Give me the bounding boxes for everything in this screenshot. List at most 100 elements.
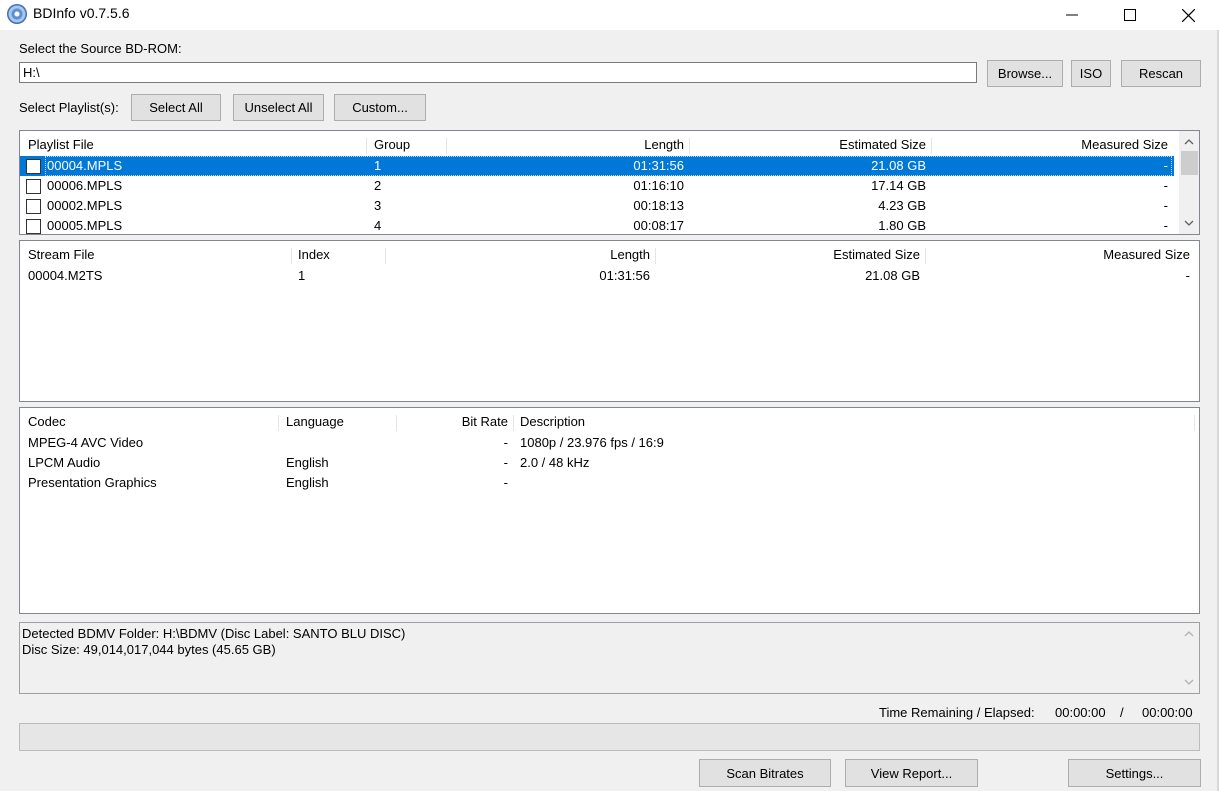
disc-icon	[7, 4, 27, 24]
iso-button[interactable]: ISO	[1071, 60, 1111, 87]
playlist-length: 01:31:56	[633, 158, 684, 173]
source-label: Select the Source BD-ROM:	[19, 41, 182, 56]
time-label: Time Remaining / Elapsed:	[879, 705, 1035, 720]
codec-row[interactable]: Presentation Graphics English -	[20, 473, 1199, 493]
codec-row[interactable]: LPCM Audio English - 2.0 / 48 kHz	[20, 453, 1199, 473]
playlist-measured-size: -	[1163, 198, 1168, 213]
minimize-icon	[1066, 14, 1078, 16]
col-playlist-file[interactable]: Playlist File	[24, 135, 364, 155]
stream-list[interactable]: Stream File Index Length Estimated Size …	[19, 240, 1200, 402]
window-title: BDInfo v0.7.5.6	[33, 5, 130, 21]
col-stream-file[interactable]: Stream File	[24, 245, 289, 265]
col-measured-size[interactable]: Measured Size	[932, 135, 1172, 155]
playlist-group: 4	[374, 218, 382, 233]
unselect-all-button[interactable]: Unselect All	[233, 94, 324, 121]
col-estimated-size[interactable]: Estimated Size	[656, 245, 924, 265]
stream-estimated-size: 21.08 GB	[865, 268, 920, 283]
minimize-button[interactable]	[1043, 0, 1101, 30]
playlist-group: 1	[374, 158, 382, 173]
codec-name: MPEG-4 AVC Video	[28, 435, 144, 450]
codec-row[interactable]: MPEG-4 AVC Video - 1080p / 23.976 fps / …	[20, 433, 1199, 453]
playlist-estimated-size: 21.08 GB	[871, 158, 926, 173]
playlist-length: 00:08:17	[633, 218, 684, 233]
status-text: Detected BDMV Folder: H:\BDMV (Disc Labe…	[22, 626, 405, 658]
codec-name: LPCM Audio	[28, 455, 101, 470]
source-path-input[interactable]: H:\	[19, 62, 977, 83]
codec-description: 1080p / 23.976 fps / 16:9	[520, 435, 664, 450]
playlist-length: 01:16:10	[633, 178, 684, 193]
col-codec[interactable]: Codec	[24, 412, 278, 432]
playlist-row[interactable]: 00002.MPLS 3 00:18:13 4.23 GB -	[20, 196, 1174, 216]
playlist-row[interactable]: 00006.MPLS 2 01:16:10 17.14 GB -	[20, 176, 1174, 196]
maximize-button[interactable]	[1101, 0, 1159, 30]
stream-length: 01:31:56	[599, 268, 650, 283]
playlist-file: 00002.MPLS	[47, 198, 123, 213]
codec-bit-rate: -	[503, 435, 508, 450]
view-report-button[interactable]: View Report...	[845, 759, 978, 787]
status-line-disc-size: Disc Size: 49,014,017,044 bytes (45.65 G…	[22, 642, 276, 657]
playlist-checkbox[interactable]	[26, 199, 41, 214]
col-measured-size[interactable]: Measured Size	[926, 245, 1194, 265]
playlist-group: 2	[374, 178, 382, 193]
playlist-header: Playlist File Group Length Estimated Siz…	[20, 135, 1199, 155]
codec-language: English	[286, 455, 329, 470]
playlist-measured-size: -	[1163, 158, 1168, 173]
playlist-file: 00006.MPLS	[47, 178, 123, 193]
close-icon	[1181, 8, 1195, 22]
col-index[interactable]: Index	[294, 245, 384, 265]
select-all-button[interactable]: Select All	[131, 94, 221, 121]
col-language[interactable]: Language	[282, 412, 394, 432]
time-separator: /	[1120, 705, 1124, 720]
col-group[interactable]: Group	[370, 135, 444, 155]
playlist-estimated-size: 17.14 GB	[871, 178, 926, 193]
playlist-measured-size: -	[1163, 178, 1168, 193]
playlist-checkbox[interactable]	[26, 219, 41, 234]
codec-language: English	[286, 475, 329, 490]
col-description[interactable]: Description	[516, 412, 1191, 432]
playlist-measured-size: -	[1163, 218, 1168, 233]
playlist-checkbox[interactable]	[26, 179, 41, 194]
chevron-down-icon	[1184, 679, 1194, 685]
browse-button[interactable]: Browse...	[987, 60, 1063, 87]
scan-bitrates-button[interactable]: Scan Bitrates	[699, 759, 831, 787]
codec-bit-rate: -	[503, 455, 508, 470]
scroll-down-button[interactable]	[1179, 214, 1199, 232]
chevron-up-icon	[1184, 139, 1194, 145]
col-estimated-size[interactable]: Estimated Size	[690, 135, 930, 155]
scan-progress-bar	[19, 723, 1200, 751]
col-bit-rate[interactable]: Bit Rate	[397, 412, 512, 432]
scroll-up-button[interactable]	[1179, 625, 1199, 643]
scroll-thumb[interactable]	[1181, 151, 1198, 175]
codec-list[interactable]: Codec Language Bit Rate Description MPEG…	[19, 407, 1200, 614]
playlist-row[interactable]: 00005.MPLS 4 00:08:17 1.80 GB -	[20, 216, 1174, 234]
playlist-scrollbar[interactable]	[1179, 131, 1199, 234]
playlist-estimated-size: 4.23 GB	[878, 198, 926, 213]
playlist-row[interactable]: 00004.MPLS 1 01:31:56 21.08 GB -	[20, 156, 1174, 176]
col-length[interactable]: Length	[386, 245, 654, 265]
col-length[interactable]: Length	[448, 135, 688, 155]
rescan-button[interactable]: Rescan	[1121, 60, 1201, 87]
stream-row[interactable]: 00004.M2TS 1 01:31:56 21.08 GB -	[20, 266, 1199, 286]
status-scrollbar[interactable]	[1179, 623, 1199, 693]
playlist-checkbox[interactable]	[26, 159, 41, 174]
settings-button[interactable]: Settings...	[1068, 759, 1201, 787]
playlist-select-label: Select Playlist(s):	[19, 100, 119, 115]
chevron-up-icon	[1184, 631, 1194, 637]
scroll-down-button[interactable]	[1179, 673, 1199, 691]
playlist-length: 00:18:13	[633, 198, 684, 213]
scroll-up-button[interactable]	[1179, 133, 1199, 151]
custom-button[interactable]: Custom...	[334, 94, 426, 121]
playlist-list[interactable]: Playlist File Group Length Estimated Siz…	[19, 130, 1200, 235]
playlist-file: 00005.MPLS	[47, 218, 123, 233]
codec-language	[282, 433, 394, 453]
maximize-icon	[1124, 9, 1136, 21]
chevron-down-icon	[1184, 220, 1194, 226]
playlist-group: 3	[374, 198, 382, 213]
stream-measured-size: -	[1185, 268, 1190, 283]
close-button[interactable]	[1159, 0, 1217, 30]
status-textbox[interactable]: Detected BDMV Folder: H:\BDMV (Disc Labe…	[19, 622, 1200, 694]
stream-file: 00004.M2TS	[28, 268, 103, 283]
time-elapsed: 00:00:00	[1142, 705, 1193, 720]
title-bar: BDInfo v0.7.5.6	[0, 0, 1219, 30]
stream-index: 1	[298, 268, 306, 283]
